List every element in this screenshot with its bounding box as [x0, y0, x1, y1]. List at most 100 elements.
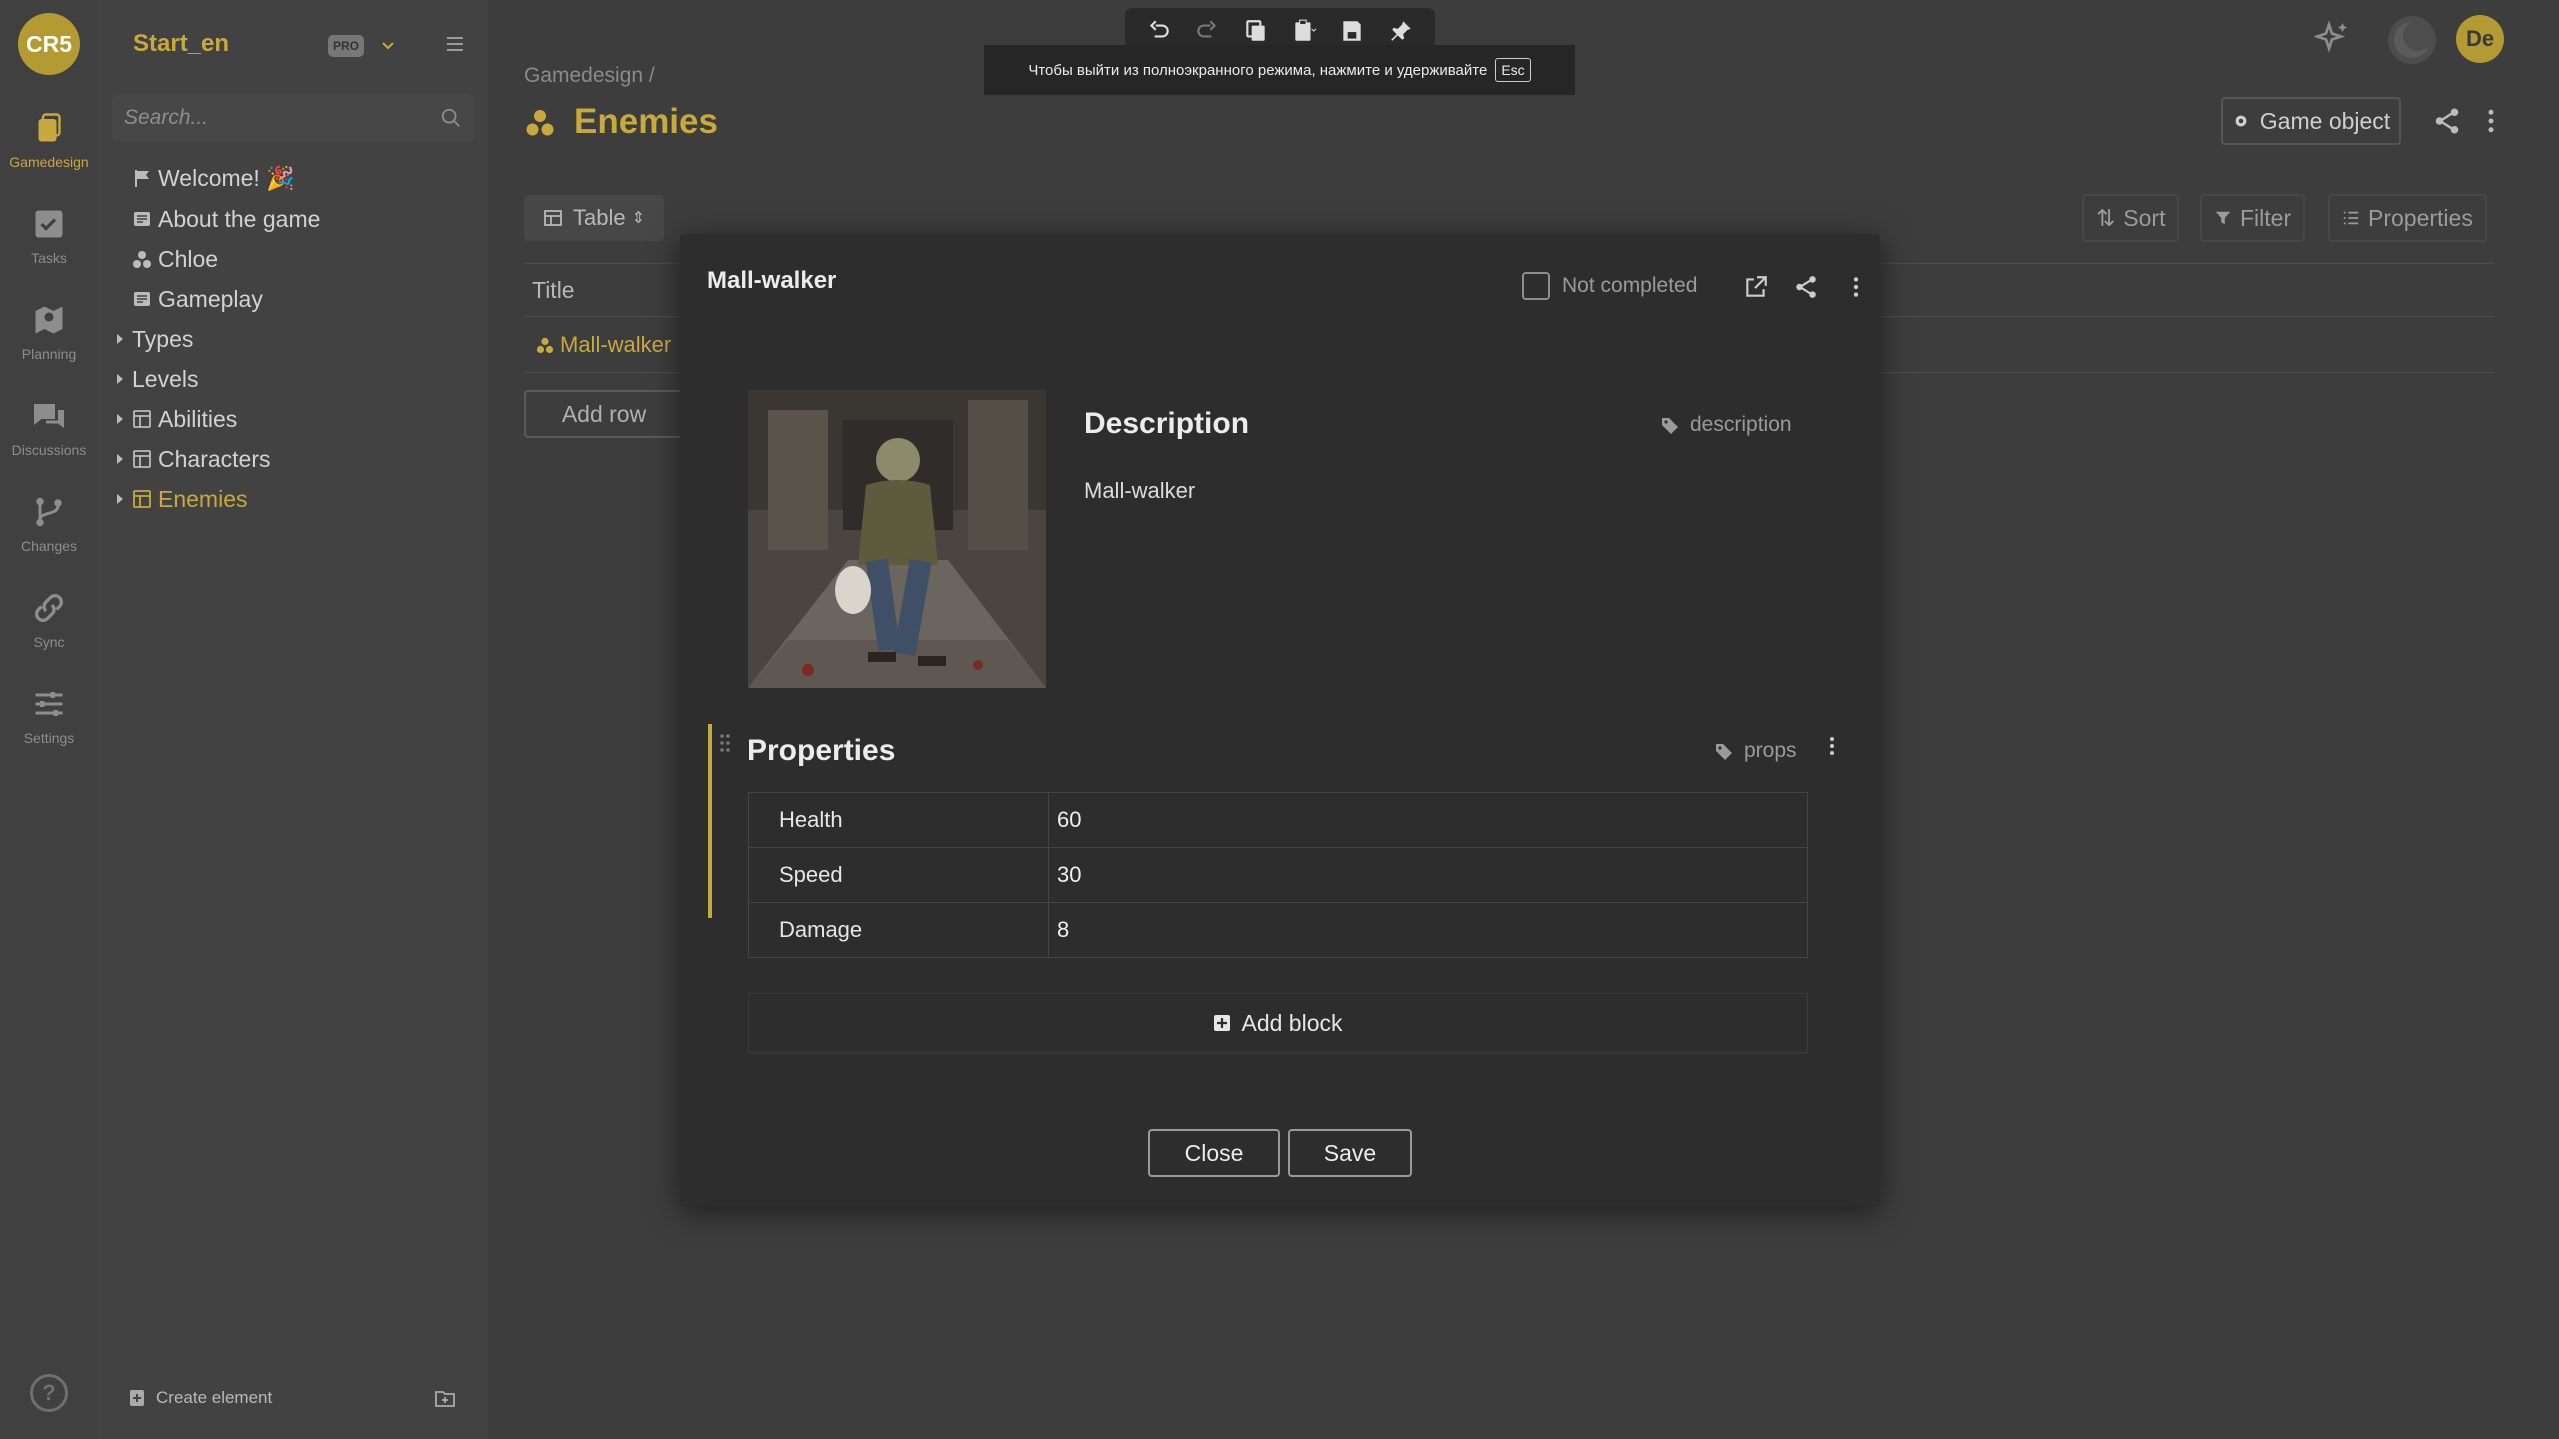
description-tag[interactable]: description [1660, 412, 1792, 438]
search-input[interactable] [124, 94, 424, 142]
caret-right-icon[interactable] [114, 452, 126, 466]
changes-icon [36, 497, 62, 527]
caret-right-icon[interactable] [114, 332, 126, 346]
column-title[interactable]: Title [532, 277, 575, 304]
modal-title: Mall-walker [707, 267, 837, 294]
rail-item-changes[interactable]: Changes [0, 494, 98, 580]
pro-badge: PRO [328, 35, 364, 57]
table-row: Health 60 [748, 792, 1808, 848]
save-icon[interactable] [1339, 18, 1365, 44]
save-button[interactable]: Save [1288, 1129, 1412, 1177]
view-select[interactable]: Table ⇕ [524, 195, 664, 241]
filter-button[interactable]: Filter [2200, 194, 2306, 242]
tree-label: Characters [158, 445, 271, 472]
tree-item-about-the-game[interactable]: About the game [132, 201, 320, 237]
filter-icon [2215, 211, 2231, 225]
tag-icon [1662, 418, 1678, 434]
gear-icon [2235, 115, 2247, 127]
flag-icon [135, 170, 149, 187]
properties-tag[interactable]: props [1714, 738, 1797, 764]
doc-icon [134, 212, 150, 226]
list-icon [2343, 211, 2359, 225]
completion-toggle[interactable]: Not completed [1522, 272, 1697, 300]
tree-item-characters[interactable]: Characters [114, 441, 270, 477]
more-vertical-icon[interactable] [2476, 106, 2506, 136]
plus-square-icon [1214, 1015, 1231, 1031]
caret-right-icon[interactable] [114, 492, 126, 506]
theme-toggle[interactable] [2388, 16, 2436, 64]
app-logo[interactable]: CR5 [18, 13, 80, 75]
chevron-down-icon[interactable] [380, 38, 396, 54]
add-doc-icon [130, 1390, 144, 1406]
search-box [112, 94, 474, 142]
rail-item-tasks[interactable]: Tasks [0, 206, 98, 292]
tree-item-welcome[interactable]: Welcome! 🎉 [132, 160, 295, 196]
property-value[interactable]: 8 [1048, 902, 1808, 958]
app-rail: CR5 Gamedesign Tasks Planning Discussion… [0, 0, 98, 1439]
drag-handle-icon[interactable] [718, 732, 732, 754]
property-key[interactable]: Damage [748, 902, 1049, 958]
rail-label: Changes [20, 538, 78, 554]
tree-item-types[interactable]: Types [114, 321, 193, 357]
property-key[interactable]: Health [748, 792, 1049, 848]
property-value[interactable]: 30 [1048, 847, 1808, 903]
properties-button[interactable]: Properties [2328, 194, 2487, 242]
add-folder-icon[interactable] [434, 1387, 456, 1409]
object-modal: Mall-walker Not completed Description de… [680, 234, 1880, 1206]
properties-table: Health 60 Speed 30 Damage 8 [748, 792, 1808, 958]
tree-item-enemies[interactable]: Enemies [114, 481, 247, 517]
rail-label: Tasks [31, 250, 67, 266]
selected-block-indicator [708, 724, 712, 918]
share-icon[interactable] [1793, 274, 1819, 300]
share-icon[interactable] [2432, 106, 2462, 136]
breadcrumb[interactable]: Gamedesign / [524, 64, 655, 88]
caret-right-icon[interactable] [114, 372, 126, 386]
pin-icon[interactable] [1388, 18, 1414, 44]
game-object-button[interactable]: Game object [2221, 97, 2401, 145]
close-button[interactable]: Close [1148, 1129, 1280, 1177]
paste-icon[interactable] [1291, 18, 1317, 44]
object-image[interactable] [748, 390, 1046, 688]
copy-icon[interactable] [1243, 18, 1269, 44]
row-title[interactable]: Mall-walker [560, 332, 671, 358]
sort-button[interactable]: ⇅ Sort [2082, 194, 2180, 242]
property-value[interactable]: 60 [1048, 792, 1808, 848]
property-key[interactable]: Speed [748, 847, 1049, 903]
completion-label: Not completed [1562, 274, 1698, 297]
settings-icon [35, 692, 63, 716]
tag-icon [1716, 744, 1732, 760]
project-name[interactable]: Start_en [133, 30, 229, 58]
sparkle-icon[interactable] [2314, 20, 2350, 56]
tree-item-levels[interactable]: Levels [114, 361, 198, 397]
hamburger-menu-icon[interactable] [443, 32, 467, 56]
sort-icon: ⇅ [2096, 204, 2116, 231]
tree-item-abilities[interactable]: Abilities [114, 401, 237, 437]
rail-item-discussions[interactable]: Discussions [0, 398, 98, 484]
help-button[interactable]: ? [30, 1374, 68, 1412]
tree-item-gameplay[interactable]: Gameplay [132, 281, 263, 317]
caret-right-icon[interactable] [114, 412, 126, 426]
completion-checkbox[interactable] [1522, 272, 1550, 300]
tree-label: Enemies [158, 485, 248, 512]
undo-icon[interactable] [1146, 18, 1172, 44]
more-vertical-icon[interactable] [1820, 734, 1844, 758]
avatar[interactable]: De [2456, 15, 2504, 63]
fullscreen-toast: Чтобы выйти из полноэкранного режима, на… [984, 45, 1575, 95]
open-external-icon[interactable] [1743, 274, 1769, 300]
add-block-button[interactable]: Add block [748, 993, 1808, 1053]
rail-item-settings[interactable]: Settings [0, 686, 98, 772]
tree-label: Levels [132, 365, 199, 392]
tree-label: Types [132, 325, 194, 352]
redo-icon[interactable] [1194, 18, 1220, 44]
page-title-text: Enemies [574, 102, 718, 141]
description-text[interactable]: Mall-walker [1084, 478, 1195, 504]
tree-item-chloe[interactable]: Chloe [132, 241, 218, 277]
add-row-button[interactable]: Add row [524, 390, 684, 438]
rail-item-planning[interactable]: Planning [0, 302, 98, 388]
rail-item-sync[interactable]: Sync [0, 590, 98, 676]
search-icon[interactable] [440, 107, 462, 129]
rail-item-gamedesign[interactable]: Gamedesign [0, 110, 98, 196]
zombie-image [748, 390, 1046, 688]
more-vertical-icon[interactable] [1843, 274, 1869, 300]
create-element-button[interactable]: Create element [128, 1386, 272, 1410]
